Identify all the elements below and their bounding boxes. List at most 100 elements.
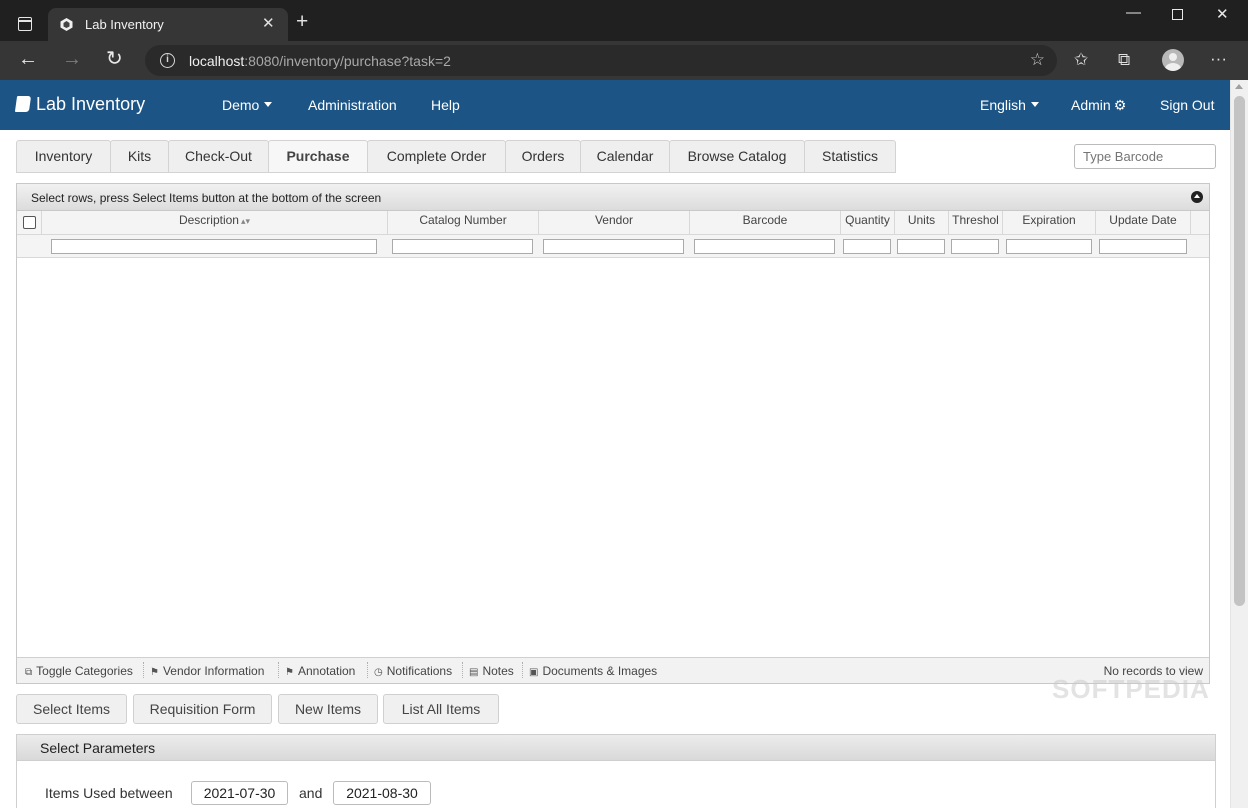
collapse-icon[interactable] <box>1191 191 1203 203</box>
scroll-up-icon[interactable] <box>1235 84 1243 89</box>
reload-icon[interactable]: ↻ <box>106 49 123 69</box>
softpedia-watermark: SOFTPEDIA <box>1052 674 1210 704</box>
list-all-items-button[interactable]: List All Items <box>383 694 499 724</box>
grid-filter-row <box>17 235 1209 258</box>
tab-statistics[interactable]: Statistics <box>804 140 896 173</box>
page-scrollbar[interactable] <box>1230 80 1248 808</box>
nav-signout[interactable]: Sign Out <box>1160 97 1214 113</box>
url-text: localhost:8080/inventory/purchase?task=2 <box>189 53 451 69</box>
settings-more-icon[interactable]: ··· <box>1210 49 1227 69</box>
column-description[interactable]: Description ▴▾ <box>42 211 388 234</box>
grid-body <box>17 258 1209 658</box>
favorites-icon[interactable]: ✩ <box>1074 50 1088 70</box>
column-quantity[interactable]: Quantity <box>841 211 895 234</box>
params-title: Select Parameters <box>17 735 1215 761</box>
tab-calendar[interactable]: Calendar <box>580 140 670 173</box>
app-favicon-icon <box>60 18 73 31</box>
browser-tab[interactable]: Lab Inventory ✕ <box>48 8 288 41</box>
filter-barcode[interactable] <box>694 239 835 254</box>
image-icon: ▣ <box>529 667 539 678</box>
items-used-label: Items Used between <box>45 785 173 801</box>
filter-catalog-number[interactable] <box>392 239 533 254</box>
clock-icon: ◷ <box>374 667 383 678</box>
date-from-input[interactable]: 2021-07-30 <box>191 781 288 805</box>
nav-help[interactable]: Help <box>431 97 460 113</box>
tab-purchase[interactable]: Purchase <box>268 140 368 173</box>
annotation-button[interactable]: ⚑ Annotation <box>285 664 355 678</box>
nav-admin[interactable]: Admin ⚙ <box>1071 97 1126 114</box>
toggle-categories-button[interactable]: ⧉ Toggle Categories <box>25 664 133 678</box>
filter-expiration[interactable] <box>1006 239 1092 254</box>
browser-tab-title: Lab Inventory <box>85 17 164 32</box>
window-close-icon[interactable]: ✕ <box>1216 5 1229 23</box>
tab-inventory[interactable]: Inventory <box>16 140 111 173</box>
add-favorite-icon[interactable]: ☆ <box>1030 50 1045 70</box>
tab-orders[interactable]: Orders <box>505 140 581 173</box>
categories-icon: ⧉ <box>25 667 33 678</box>
book-icon <box>14 96 32 112</box>
notifications-button[interactable]: ◷ Notifications <box>374 664 452 678</box>
nav-language[interactable]: English <box>980 97 1039 113</box>
grid-caption: Select rows, press Select Items button a… <box>17 184 1209 211</box>
new-tab-icon[interactable]: + <box>296 11 308 32</box>
browser-toolbar: ← → ↻ i localhost:8080/inventory/purchas… <box>0 41 1248 80</box>
notes-icon: ▤ <box>469 667 479 678</box>
filter-vendor[interactable] <box>543 239 684 254</box>
tab-complete-order[interactable]: Complete Order <box>367 140 506 173</box>
pager-separator <box>143 662 144 678</box>
column-threshold[interactable]: Threshol <box>949 211 1003 234</box>
collections-icon[interactable]: ⧉ <box>1118 50 1130 70</box>
vendor-information-button[interactable]: ⚑ Vendor Information <box>150 664 264 678</box>
tab-kits[interactable]: Kits <box>110 140 169 173</box>
filter-update-date[interactable] <box>1099 239 1187 254</box>
pager-separator <box>367 662 368 678</box>
forward-icon[interactable]: → <box>62 49 82 69</box>
flag-icon: ⚑ <box>150 667 159 678</box>
tab-actions-icon[interactable] <box>18 17 32 31</box>
app-navbar: Lab Inventory Demo Administration Help E… <box>0 80 1230 130</box>
caret-down-icon <box>264 102 273 107</box>
column-vendor[interactable]: Vendor <box>539 211 690 234</box>
select-all-checkbox[interactable] <box>23 216 36 229</box>
profile-avatar[interactable] <box>1162 49 1184 71</box>
date-to-input[interactable]: 2021-08-30 <box>333 781 431 805</box>
brand[interactable]: Lab Inventory <box>14 94 145 115</box>
gear-icon: ⚙ <box>1113 97 1127 113</box>
column-catalog-number[interactable]: Catalog Number <box>388 211 539 234</box>
new-items-button[interactable]: New Items <box>278 694 378 724</box>
items-grid: Select rows, press Select Items button a… <box>16 183 1210 684</box>
filter-description[interactable] <box>51 239 377 254</box>
column-expiration[interactable]: Expiration <box>1003 211 1096 234</box>
minimize-icon[interactable]: — <box>1126 4 1141 21</box>
pager-separator <box>278 662 279 678</box>
tab-browse-catalog[interactable]: Browse Catalog <box>669 140 805 173</box>
barcode-input[interactable] <box>1074 144 1216 169</box>
address-field[interactable]: i localhost:8080/inventory/purchase?task… <box>145 45 1057 76</box>
column-units[interactable]: Units <box>895 211 949 234</box>
grid-header: Description ▴▾ Catalog Number Vendor Barc… <box>17 211 1209 235</box>
requisition-form-button[interactable]: Requisition Form <box>133 694 272 724</box>
select-parameters-panel: Select Parameters Items Used between 202… <box>16 734 1216 808</box>
select-items-button[interactable]: Select Items <box>16 694 127 724</box>
nav-demo[interactable]: Demo <box>222 97 273 113</box>
filter-units[interactable] <box>897 239 945 254</box>
close-tab-icon[interactable]: ✕ <box>262 14 275 32</box>
back-icon[interactable]: ← <box>18 49 38 69</box>
browser-tab-bar: Lab Inventory ✕ + — ✕ <box>0 0 1248 41</box>
sort-icon: ▴▾ <box>240 216 251 226</box>
scroll-thumb[interactable] <box>1234 96 1245 606</box>
documents-images-button[interactable]: ▣ Documents & Images <box>529 664 657 678</box>
column-update-date[interactable]: Update Date <box>1096 211 1191 234</box>
column-barcode[interactable]: Barcode <box>690 211 841 234</box>
tab-check-out[interactable]: Check-Out <box>168 140 269 173</box>
site-info-icon[interactable]: i <box>160 53 175 68</box>
maximize-icon[interactable] <box>1172 9 1183 20</box>
filter-quantity[interactable] <box>843 239 891 254</box>
notes-button[interactable]: ▤ Notes <box>469 664 514 678</box>
select-all-cell <box>17 211 42 234</box>
filter-threshold[interactable] <box>951 239 999 254</box>
pager-separator <box>522 662 523 678</box>
nav-administration[interactable]: Administration <box>308 97 397 113</box>
caret-down-icon <box>1030 102 1039 107</box>
grid-pager: ⧉ Toggle Categories ⚑ Vendor Information ⚑… <box>17 657 1209 683</box>
